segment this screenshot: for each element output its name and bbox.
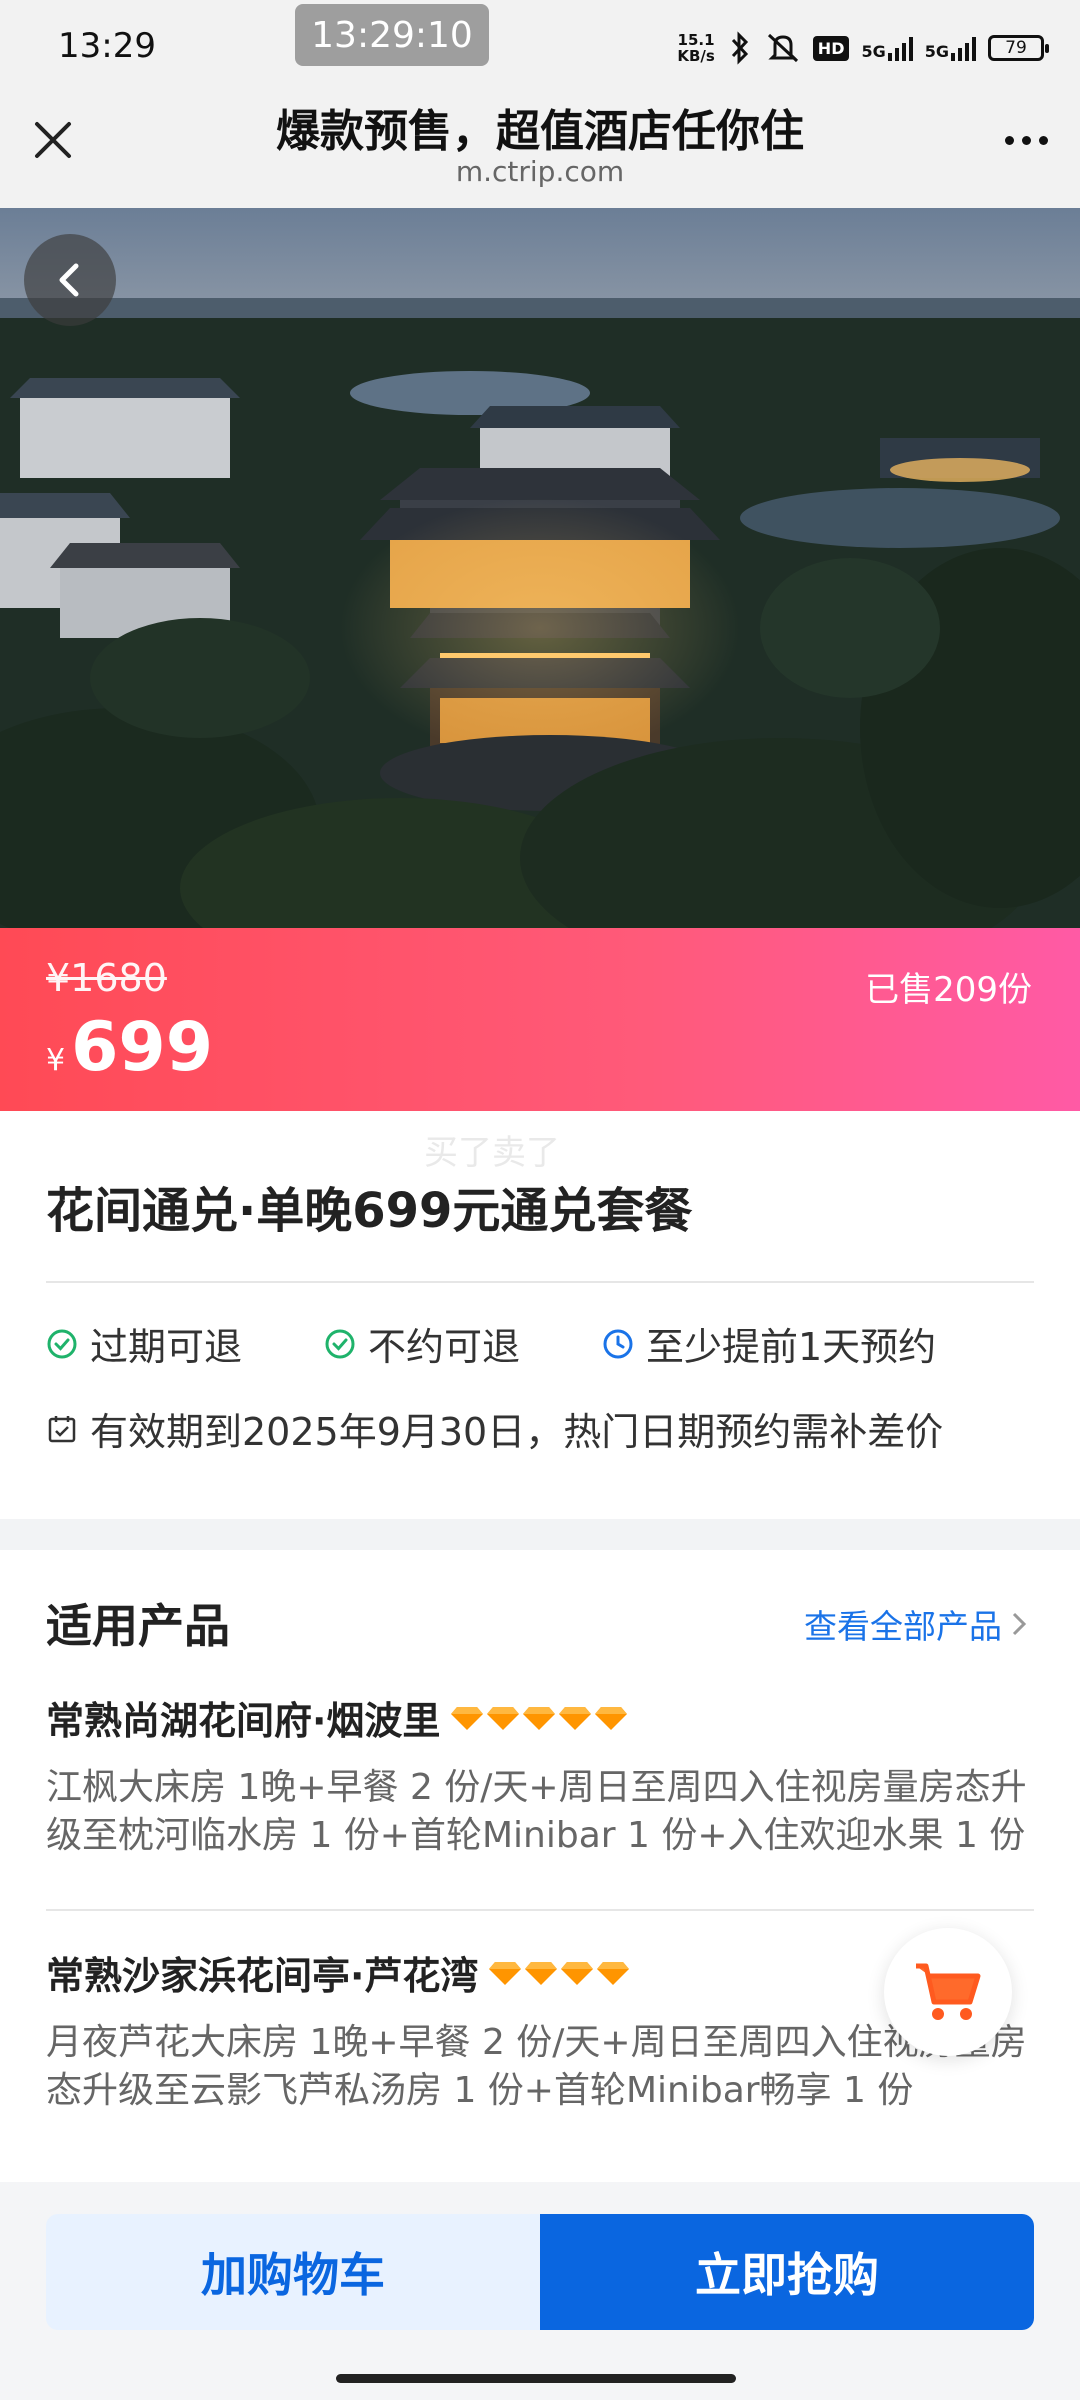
check-circle-icon [325,1329,355,1358]
product-info-card: 买了卖了 花间通兑·单晚699元通兑套餐 过期可退 不约可退 至少提前1天预约 … [0,1111,1080,1519]
page-title: 爆款预售，超值酒店任你住 [276,106,804,157]
product-title: 花间通兑·单晚699元通兑套餐 [46,1183,693,1239]
chevron-left-icon [59,263,79,297]
hotel-photo [0,208,1080,928]
calendar-check-icon [48,1415,76,1442]
divider [46,1909,1034,1911]
status-time: 13:29 [58,26,156,66]
diamond-icon [487,1706,520,1730]
validity-info: 有效期到2025年9月30日，热门日期预约需补差价 [46,1401,943,1456]
more-button[interactable] [996,125,1056,155]
diamond-icon [489,1961,522,1985]
check-circle-icon [47,1329,77,1358]
signal-2: 5G [925,35,976,61]
currency-symbol: ¥ [46,1043,66,1078]
hotel-desc-2: 月夜芦花大床房 1晚+早餐 2 份/天+周日至周四入住视房量房态升级至云影飞芦私… [46,2022,1027,2111]
signal-2-label: 5G [924,42,949,61]
sold-count: 已售209份 [865,970,1032,1010]
diamond-rating-4 [488,1960,630,1986]
back-button[interactable] [24,234,116,326]
home-indicator[interactable] [336,2374,736,2383]
mute-icon [767,33,798,63]
view-all-label: 查看全部产品 [804,1607,1002,1646]
shopping-cart-icon [916,1963,981,2020]
page-url: m.ctrip.com [455,155,625,188]
bottom-action-bar: 加购物车 立即抢购 [0,2182,1080,2400]
more-dots-icon [1004,135,1014,145]
web-header: 爆款预售，超值酒店任你住 m.ctrip.com [0,95,1080,208]
applicable-products-card: 适用产品 查看全部产品 常熟尚湖花间府·烟波里 江枫大床房 1晚+早餐 2 份/… [0,1550,1080,2182]
diamond-icon [561,1961,594,1985]
hd-badge: HD [812,35,850,61]
original-price: ¥1680 [46,956,167,1000]
validity-text: 有效期到2025年9月30日，热门日期预约需补差价 [90,1410,944,1454]
diamond-icon [451,1706,484,1730]
bluetooth-icon [731,31,748,65]
tag-label: 至少提前1天预约 [646,1325,937,1369]
floating-cart-button[interactable] [884,1928,1012,2056]
status-bar: 13:29 13:29:10 15.1 KB/s HD 5G 5G 79 [0,0,1080,95]
hotel-name-label: 常熟沙家浜花间亭·芦花湾 [46,1954,479,1998]
hotel-name-label: 常熟尚湖花间府·烟波里 [46,1699,441,1743]
hotel-desc-1: 江枫大床房 1晚+早餐 2 份/天+周日至周四入住视房量房态升级至枕河临水房 1… [46,1767,1027,1856]
view-all-products-link[interactable]: 查看全部产品 [804,1600,1028,1648]
network-speed: 15.1 KB/s [677,32,714,64]
buy-now-button[interactable]: 立即抢购 [540,2214,1034,2330]
signal-bars-icon [887,35,913,61]
signal-1-label: 5G [861,42,886,61]
section-title: 适用产品 [46,1599,230,1653]
diamond-icon [559,1706,592,1730]
current-price: ¥ 699 [46,1008,213,1087]
watermark-text: 买了卖了 [424,1133,560,1173]
battery-icon: 79 [988,35,1049,61]
price-value: 699 [71,1008,214,1087]
hotel-name-1[interactable]: 常熟尚湖花间府·烟波里 [46,1690,628,1745]
signal-1: 5G [861,35,913,61]
clock-icon [603,1329,633,1358]
system-icons: 15.1 KB/s HD 5G 5G 79 [677,28,1049,68]
tag-label: 不约可退 [368,1325,521,1369]
diamond-icon [523,1706,556,1730]
hotel-hero-image [0,208,1080,928]
tag-expired-refund: 过期可退 [46,1316,242,1371]
signal-bars-icon [951,35,976,61]
screen-clock-overlay: 13:29:10 [295,4,489,66]
network-speed-value: 15.1 [677,31,715,49]
add-to-cart-button[interactable]: 加购物车 [46,2214,540,2330]
tag-unbooked-refund: 不约可退 [324,1316,520,1371]
diamond-icon [525,1961,558,1985]
network-speed-unit: KB/s [677,47,715,65]
tag-label: 过期可退 [90,1325,243,1369]
diamond-icon [597,1961,630,1985]
diamond-rating-5 [450,1705,628,1731]
price-banner: ¥1680 ¥ 699 已售209份 [0,928,1080,1111]
diamond-icon [595,1706,628,1730]
chevron-right-icon [1012,1612,1027,1636]
hotel-name-2[interactable]: 常熟沙家浜花间亭·芦花湾 [46,1945,630,2000]
divider [46,1281,1034,1283]
tag-advance-booking: 至少提前1天预约 [602,1316,936,1371]
